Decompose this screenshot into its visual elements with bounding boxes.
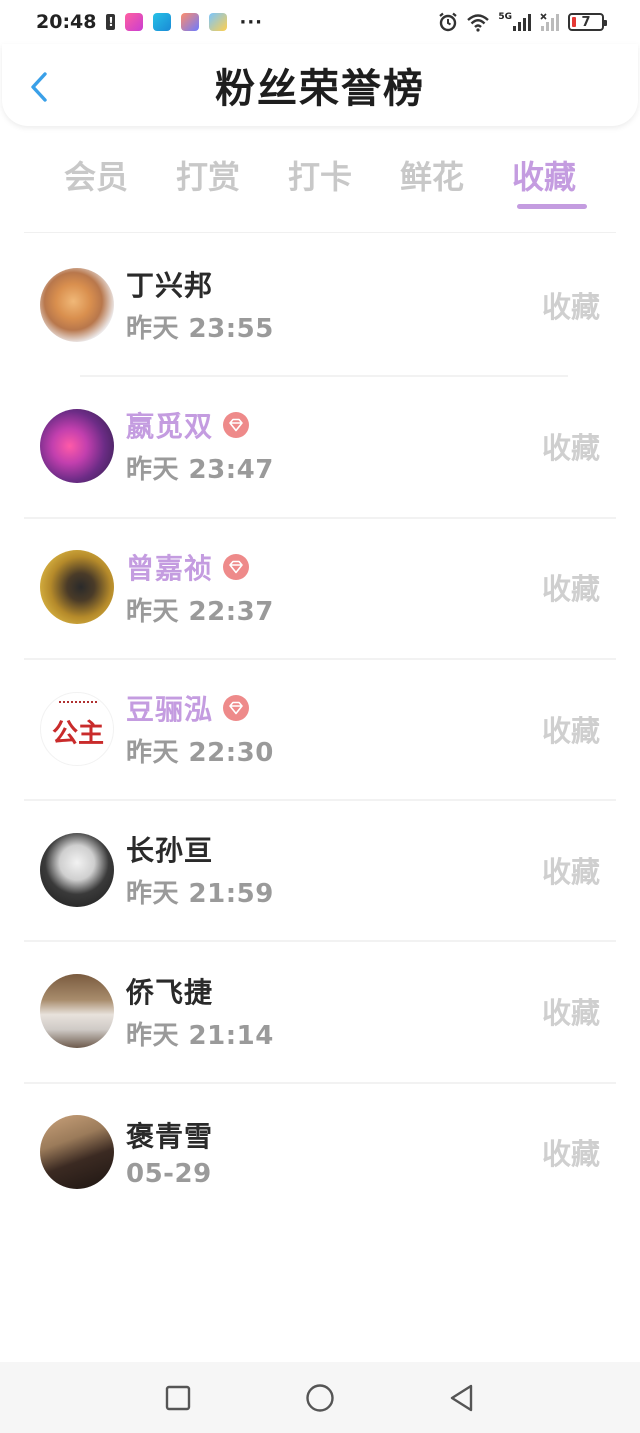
timestamp: 昨天 23:55 xyxy=(126,314,274,345)
home-button[interactable] xyxy=(305,1383,335,1413)
avatar[interactable] xyxy=(40,550,114,625)
name-line: 侨飞捷 xyxy=(126,971,274,1011)
tab-reward[interactable]: 打赏 xyxy=(152,140,264,216)
item-info: 丁兴邦 昨天 23:55 xyxy=(126,264,274,345)
list-item[interactable]: 侨飞捷 昨天 21:14 收藏 xyxy=(0,940,640,1081)
alert-icon: ! xyxy=(106,14,116,30)
alarm-icon xyxy=(439,12,458,32)
status-bar: 20:48 ! ··· 5G 7 xyxy=(0,0,640,44)
name-line: 豆骊泓 xyxy=(126,688,274,728)
name-line: 嬴觅双 xyxy=(126,405,274,445)
weather-app-icon xyxy=(209,13,228,31)
vip-diamond-icon xyxy=(223,412,250,439)
action-label: 收藏 xyxy=(541,713,600,748)
list-item[interactable]: 曾嘉祯 昨天 22:37 收藏 xyxy=(0,516,640,658)
user-name[interactable]: 长孙亘 xyxy=(126,829,213,869)
circle-home-icon xyxy=(306,1383,334,1412)
avatar-stamp-text: 公主 xyxy=(51,718,104,749)
name-line: 丁兴邦 xyxy=(126,264,274,304)
recent-apps-button[interactable] xyxy=(163,1383,193,1413)
timestamp: 昨天 22:30 xyxy=(126,738,274,769)
game-app-icon xyxy=(181,13,200,31)
tab-checkin[interactable]: 打卡 xyxy=(264,140,376,216)
user-name[interactable]: 嬴觅双 xyxy=(126,405,213,445)
battery-icon: 7 xyxy=(568,13,607,31)
battery-value: 7 xyxy=(581,14,591,30)
list-item[interactable]: 嬴觅双 昨天 23:47 收藏 xyxy=(0,375,640,516)
item-info: 褒青雪 05-29 xyxy=(126,1115,213,1189)
user-name[interactable]: 丁兴邦 xyxy=(126,264,213,304)
back-button[interactable] xyxy=(24,70,54,104)
tab-favorite[interactable]: 收藏 xyxy=(488,140,600,216)
tab-member[interactable]: 会员 xyxy=(40,140,152,216)
book-app-icon xyxy=(153,13,172,31)
timestamp: 昨天 21:59 xyxy=(126,879,274,910)
status-left: 20:48 ! ··· xyxy=(36,11,263,33)
action-label: 收藏 xyxy=(541,996,600,1031)
timestamp: 05-29 xyxy=(126,1159,212,1190)
signal-icon-2 xyxy=(540,13,559,31)
square-icon xyxy=(165,1385,191,1410)
system-nav-bar xyxy=(0,1362,640,1433)
name-line: 曾嘉祯 xyxy=(126,547,274,587)
tabs-divider xyxy=(24,232,616,233)
wifi-icon xyxy=(467,14,490,32)
back-nav-button[interactable] xyxy=(447,1383,477,1413)
item-info: 曾嘉祯 昨天 22:37 xyxy=(126,547,274,628)
avatar[interactable] xyxy=(40,974,114,1049)
fan-list: 丁兴邦 昨天 23:55 收藏 嬴觅双 昨天 23:47 收藏 曾嘉祯 昨天 2… xyxy=(0,234,640,1223)
timestamp: 昨天 21:14 xyxy=(126,1020,274,1051)
item-info: 豆骊泓 昨天 22:30 xyxy=(126,688,274,769)
action-label: 收藏 xyxy=(541,289,600,324)
item-info: 嬴觅双 昨天 23:47 xyxy=(126,405,274,486)
user-name[interactable]: 豆骊泓 xyxy=(126,688,213,728)
tab-flowers[interactable]: 鲜花 xyxy=(376,140,488,216)
user-name[interactable]: 曾嘉祯 xyxy=(126,547,213,587)
action-label: 收藏 xyxy=(541,854,600,889)
list-item[interactable]: 丁兴邦 昨天 23:55 收藏 xyxy=(0,234,640,375)
timestamp: 昨天 23:47 xyxy=(126,455,274,486)
list-item[interactable]: 长孙亘 昨天 21:59 收藏 xyxy=(0,799,640,940)
avatar[interactable] xyxy=(40,832,114,907)
name-line: 褒青雪 xyxy=(126,1115,213,1155)
header: 粉丝荣誉榜 xyxy=(2,44,638,126)
status-right: 5G 7 xyxy=(438,12,607,32)
name-line: 长孙亘 xyxy=(126,829,274,869)
list-item[interactable]: 公主 豆骊泓 昨天 22:30 收藏 xyxy=(0,657,640,799)
user-name[interactable]: 侨飞捷 xyxy=(126,971,213,1011)
action-label: 收藏 xyxy=(541,572,600,607)
chevron-left-icon xyxy=(31,72,47,102)
action-label: 收藏 xyxy=(541,1137,600,1172)
app-icon xyxy=(125,13,144,31)
triangle-back-icon xyxy=(450,1384,473,1411)
signal-icon xyxy=(513,14,531,31)
battery-level xyxy=(572,17,576,27)
vip-diamond-icon xyxy=(223,553,250,580)
avatar[interactable]: 公主 xyxy=(40,691,114,766)
avatar[interactable] xyxy=(40,1115,114,1190)
user-name[interactable]: 褒青雪 xyxy=(126,1115,213,1155)
action-label: 收藏 xyxy=(541,430,600,465)
avatar-decoration xyxy=(59,700,97,707)
network-type-label: 5G xyxy=(498,12,512,22)
tab-bar: 会员 打赏 打卡 鲜花 收藏 xyxy=(40,140,600,216)
item-info: 长孙亘 昨天 21:59 xyxy=(126,829,274,910)
vip-diamond-icon xyxy=(223,695,250,722)
more-dots-icon: ··· xyxy=(239,11,263,33)
avatar[interactable] xyxy=(40,267,114,342)
list-item[interactable]: 褒青雪 05-29 收藏 xyxy=(0,1081,640,1223)
status-time: 20:48 xyxy=(36,11,97,33)
item-info: 侨飞捷 昨天 21:14 xyxy=(126,971,274,1052)
avatar[interactable] xyxy=(40,408,114,483)
page-title: 粉丝荣誉榜 xyxy=(215,66,425,112)
timestamp: 昨天 22:37 xyxy=(126,596,274,627)
